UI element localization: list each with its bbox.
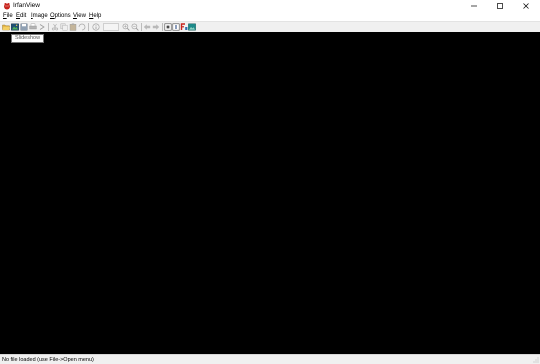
save-icon[interactable] (20, 23, 28, 31)
menu-image[interactable]: Image (31, 13, 48, 20)
toolbar-separator (141, 23, 142, 31)
minimize-button[interactable] (461, 0, 487, 12)
toolbar-separator (48, 23, 49, 31)
title-bar[interactable]: IrfanView (0, 0, 540, 12)
previous-icon[interactable] (143, 23, 151, 31)
slideshow-icon[interactable] (11, 23, 19, 31)
slideshow-tooltip: Slideshow (11, 34, 45, 43)
delete-icon[interactable] (78, 23, 86, 31)
settings-icon[interactable] (180, 23, 188, 31)
maximize-button[interactable] (487, 0, 513, 12)
copy-icon[interactable] (60, 23, 68, 31)
resize-grip-icon[interactable] (532, 356, 539, 363)
image-viewer-area[interactable] (0, 32, 540, 354)
zoom-in-icon[interactable] (122, 23, 130, 31)
menu-options[interactable]: Options (50, 13, 71, 20)
irfanview-app-icon[interactable] (3, 2, 11, 10)
paste-icon[interactable] (69, 23, 77, 31)
window-title: IrfanView (13, 2, 40, 9)
status-bar: No file loaded (use File->Open menu) (0, 354, 540, 364)
print-icon[interactable] (29, 23, 37, 31)
cut-icon[interactable] (51, 23, 59, 31)
close-icon (523, 3, 529, 9)
minimize-icon (471, 5, 477, 7)
help-icon[interactable] (172, 23, 180, 31)
status-text: No file loaded (use File->Open menu) (2, 357, 94, 363)
zoom-out-icon[interactable] (131, 23, 139, 31)
fit-icon[interactable] (164, 23, 172, 31)
next-icon[interactable] (152, 23, 160, 31)
info-icon[interactable] (92, 23, 100, 31)
menu-edit[interactable]: Edit (16, 13, 26, 20)
maximize-icon (497, 3, 503, 9)
menu-help[interactable]: Help (89, 13, 101, 20)
rotate-icon[interactable] (38, 23, 46, 31)
menu-view[interactable]: View (73, 13, 86, 20)
thumbnails-icon[interactable] (188, 23, 196, 31)
menu-bar: File Edit Image Options View Help (0, 12, 540, 21)
zoom-level-field[interactable] (103, 23, 119, 31)
open-folder-icon[interactable] (2, 23, 10, 31)
close-button[interactable] (513, 0, 539, 12)
toolbar (0, 21, 540, 32)
menu-file[interactable]: File (3, 13, 13, 20)
toolbar-separator (162, 23, 163, 31)
toolbar-separator (88, 23, 89, 31)
